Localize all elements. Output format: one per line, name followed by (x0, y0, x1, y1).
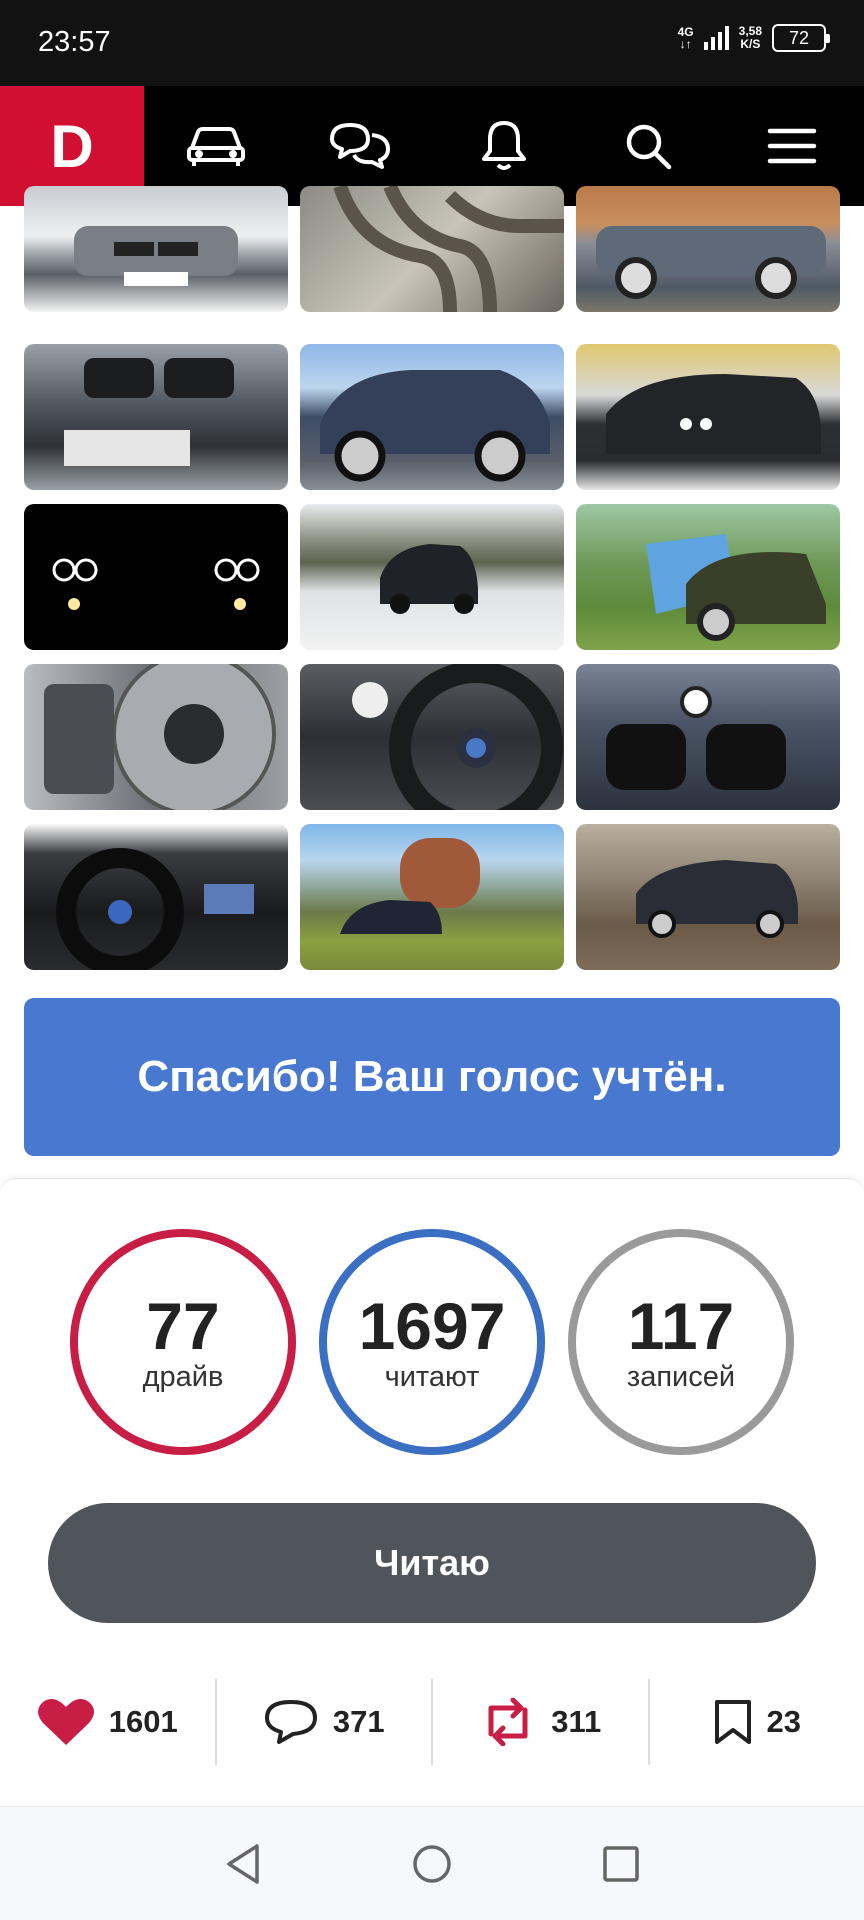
profile-stats-card: 77 драйв 1697 читают 117 записей Читаю 1… (0, 1178, 864, 1804)
photo-bmw-x5-front-snow[interactable] (24, 186, 288, 312)
status-bar: 23:57 4G ↓↑ 3,58 K/S 72 (0, 0, 864, 86)
back-icon[interactable] (223, 1842, 263, 1886)
heart-icon (37, 1698, 94, 1745)
comment-icon (264, 1700, 317, 1744)
bookmark-button[interactable]: 23 (650, 1679, 864, 1765)
photo-bmw-emblem-hood[interactable] (576, 664, 840, 810)
recents-icon[interactable] (601, 1844, 641, 1884)
photo-steering-wheel[interactable] (300, 664, 564, 810)
repost-button[interactable]: 311 (433, 1679, 650, 1765)
search-icon (626, 124, 672, 170)
bookmark-count: 23 (766, 1704, 801, 1739)
stat-drive-label: драйв (142, 1360, 224, 1393)
photo-bmw-x5-tank-car[interactable] (300, 824, 564, 970)
comment-count: 371 (332, 1704, 385, 1739)
network-speed: 3,58 K/S (738, 24, 762, 51)
stat-followers[interactable]: 1697 читают (319, 1229, 545, 1455)
stat-followers-value: 1697 (358, 1288, 506, 1363)
system-navigation-bar (0, 1806, 864, 1920)
signal-icon (703, 26, 729, 50)
photo-bmw-x5-snow-road[interactable] (300, 504, 564, 650)
photo-bmw-x5-rear-blue[interactable] (300, 344, 564, 490)
home-icon[interactable] (410, 1842, 454, 1886)
photo-bmw-x5-black-parking[interactable] (576, 344, 840, 490)
photo-bmw-x5-night-angel-eyes[interactable] (24, 504, 288, 650)
like-count: 1601 (108, 1704, 178, 1739)
photo-dashboard-interior[interactable] (24, 824, 288, 970)
battery-icon: 72 (772, 24, 830, 52)
photo-bmw-x5-grille-closeup[interactable] (24, 344, 288, 490)
photo-exhaust-headers[interactable] (300, 186, 564, 312)
menu-icon (767, 128, 817, 164)
photo-brake-disc[interactable] (24, 664, 288, 810)
photo-bmw-x5-side-silver[interactable] (576, 186, 840, 312)
bookmark-icon (714, 1700, 751, 1744)
stat-posts-label: записей (626, 1360, 736, 1393)
comment-button[interactable]: 371 (217, 1679, 433, 1765)
follow-button[interactable]: Читаю (48, 1503, 816, 1623)
stat-drive-value: 77 (146, 1288, 220, 1363)
repost-count: 311 (551, 1704, 602, 1739)
network-indicator: 4G ↓↑ (677, 25, 694, 51)
vote-confirmation-banner: Спасибо! Ваш голос учтён. (24, 998, 840, 1156)
chat-icon (330, 123, 390, 169)
stat-posts[interactable]: 117 записей (568, 1229, 794, 1455)
like-button[interactable]: 1601 (0, 1679, 217, 1765)
stat-posts-value: 117 (627, 1288, 735, 1363)
action-bar: 1601 371 311 23 (0, 1679, 864, 1765)
bell-icon (482, 121, 526, 170)
photo-bmw-x5-flag-field[interactable] (576, 504, 840, 650)
stat-drive[interactable]: 77 драйв (70, 1229, 296, 1455)
photo-bmw-x5-sand[interactable] (576, 824, 840, 970)
repost-icon (488, 1698, 528, 1746)
stat-followers-label: читают (384, 1360, 480, 1393)
car-icon (187, 127, 245, 166)
clock: 23:57 (38, 26, 111, 58)
